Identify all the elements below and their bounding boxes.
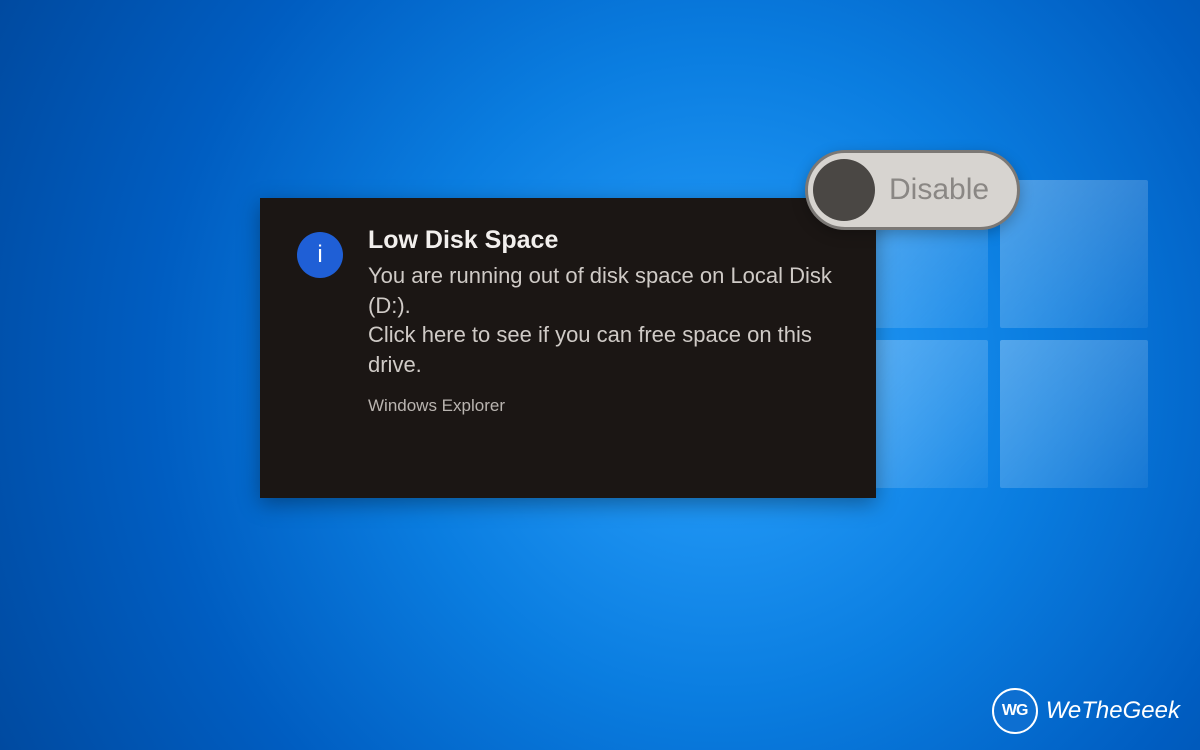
wethegeek-badge-icon: WG (992, 688, 1038, 734)
notification-title: Low Disk Space (368, 226, 846, 255)
disable-toggle[interactable]: Disable (805, 150, 1020, 230)
notification-text-column: Low Disk Space You are running out of di… (350, 226, 846, 416)
toggle-knob (813, 159, 875, 221)
low-disk-space-notification[interactable]: i Low Disk Space You are running out of … (260, 198, 876, 498)
notification-source: Windows Explorer (368, 396, 846, 416)
notification-body: You are running out of disk space on Loc… (368, 261, 846, 380)
toggle-label: Disable (889, 173, 989, 207)
notification-icon-column: i (290, 226, 350, 278)
wethegeek-brand-text: WeTheGeek (1046, 697, 1180, 725)
wethegeek-watermark: WG WeTheGeek (992, 688, 1180, 734)
desktop-background: i Low Disk Space You are running out of … (0, 0, 1200, 750)
notification-body-line-1: You are running out of disk space on Loc… (368, 263, 832, 318)
notification-body-line-2: Click here to see if you can free space … (368, 322, 812, 377)
info-icon: i (297, 232, 343, 278)
